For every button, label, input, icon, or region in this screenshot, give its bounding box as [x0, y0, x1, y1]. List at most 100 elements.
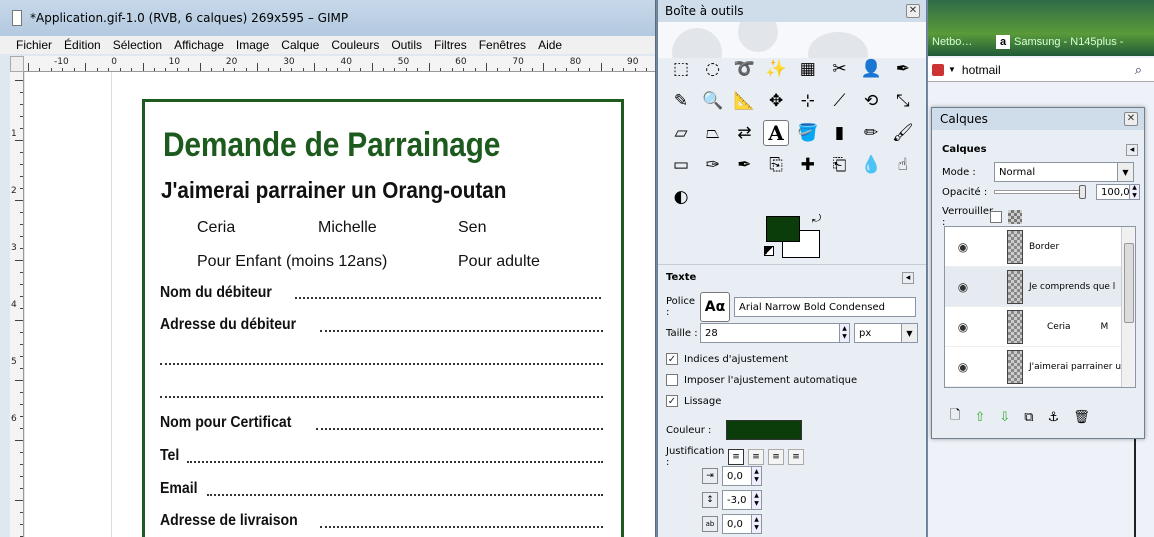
- wilber-drop-area[interactable]: [658, 22, 926, 58]
- eye-icon[interactable]: ◉: [953, 240, 973, 254]
- font-input[interactable]: Arial Narrow Bold Condensed: [734, 297, 916, 317]
- letter-spacing-input[interactable]: 0,0: [722, 514, 752, 534]
- crop-icon[interactable]: ⟋: [826, 88, 852, 114]
- align-icon[interactable]: ⊹: [795, 88, 821, 114]
- justify-center-icon[interactable]: ≡: [768, 449, 784, 465]
- opacity-slider-handle[interactable]: [1079, 185, 1086, 199]
- rect-select-icon[interactable]: ⬚: [668, 56, 694, 82]
- paths-icon[interactable]: ✒: [890, 56, 916, 82]
- eye-icon[interactable]: ◉: [953, 320, 973, 334]
- move-icon[interactable]: ✥: [763, 88, 789, 114]
- free-select-icon[interactable]: ➰: [731, 56, 757, 82]
- horizontal-ruler[interactable]: -10 0 10 20 30 40 50 60 70 80 90: [24, 56, 655, 72]
- heal-icon[interactable]: ✚: [795, 152, 821, 178]
- pencil-icon[interactable]: ✏: [858, 120, 884, 146]
- letter-spacing-spinner[interactable]: ▲ ▼: [752, 514, 762, 534]
- size-input[interactable]: 28: [700, 323, 840, 343]
- menu-selection[interactable]: Sélection: [107, 36, 168, 54]
- raise-layer-icon[interactable]: ⇧: [974, 410, 985, 425]
- close-icon[interactable]: ✕: [906, 4, 920, 18]
- blur-icon[interactable]: 💧: [858, 152, 884, 178]
- line-spacing-input[interactable]: -3,0: [722, 490, 752, 510]
- opacity-spinner[interactable]: ▲ ▼: [1130, 184, 1140, 200]
- menu-image[interactable]: Image: [230, 36, 275, 54]
- unit-select[interactable]: px: [854, 323, 902, 343]
- opacity-slider[interactable]: [994, 185, 1086, 199]
- antialias-checkbox[interactable]: ✓: [666, 395, 678, 407]
- blend-icon[interactable]: ▮: [826, 120, 852, 146]
- color-picker-icon[interactable]: ✎: [668, 88, 694, 114]
- layers-menu-icon[interactable]: ◂: [1126, 143, 1138, 156]
- new-layer-icon[interactable]: 🗋: [950, 406, 960, 428]
- search-icon[interactable]: ⌕: [1135, 62, 1142, 78]
- justify-fill-icon[interactable]: ≡: [788, 449, 804, 465]
- font-preview-button[interactable]: Aα: [700, 292, 730, 322]
- lower-layer-icon[interactable]: ⇩: [999, 410, 1010, 425]
- indent-input[interactable]: 0,0: [722, 466, 752, 486]
- layer-row[interactable]: ◉ Je comprends que l: [945, 267, 1121, 307]
- fuzzy-select-icon[interactable]: ✨: [763, 56, 789, 82]
- ink-icon[interactable]: ✒: [731, 152, 757, 178]
- text-color-button[interactable]: [726, 420, 802, 440]
- layers-scrollbar[interactable]: [1121, 227, 1135, 387]
- eraser-icon[interactable]: ▭: [668, 152, 694, 178]
- menu-aide[interactable]: Aide: [532, 36, 568, 54]
- menu-fichier[interactable]: Fichier: [10, 36, 58, 54]
- menu-edition[interactable]: Édition: [58, 36, 107, 54]
- shear-icon[interactable]: ▱: [668, 120, 694, 146]
- swap-colors-icon[interactable]: ⤾: [812, 212, 821, 226]
- browser-tab-netbook[interactable]: Netbo…: [928, 32, 972, 52]
- layer-row[interactable]: ◉ Border: [945, 227, 1121, 267]
- image-window-titlebar[interactable]: *Application.gif-1.0 (RVB, 6 calques) 26…: [0, 0, 655, 36]
- delete-layer-icon[interactable]: 🗑: [1073, 410, 1090, 425]
- foreground-select-icon[interactable]: 👤: [858, 56, 884, 82]
- lock-alpha-icon[interactable]: [1008, 210, 1022, 224]
- opacity-input[interactable]: 100,0: [1096, 184, 1130, 200]
- size-spinner[interactable]: ▲ ▼: [840, 323, 850, 343]
- menu-fenetres[interactable]: Fenêtres: [473, 36, 532, 54]
- rotate-icon[interactable]: ⟲: [858, 88, 884, 114]
- toolbox-titlebar[interactable]: Boîte à outils ✕: [658, 0, 926, 22]
- line-spacing-spinner[interactable]: ▲ ▼: [752, 490, 762, 510]
- options-menu-icon[interactable]: ◂: [902, 271, 914, 284]
- scale-icon[interactable]: ⤡: [890, 88, 916, 114]
- chevron-down-icon[interactable]: ▼: [948, 65, 956, 74]
- ellipse-select-icon[interactable]: ◌: [700, 56, 726, 82]
- justify-left-icon[interactable]: ≡: [728, 449, 744, 465]
- menu-filtres[interactable]: Filtres: [428, 36, 473, 54]
- ruler-corner-button[interactable]: [10, 56, 24, 72]
- airbrush-icon[interactable]: ✑: [700, 152, 726, 178]
- layer-row[interactable]: ◉ J'aimerai parrainer u: [945, 347, 1121, 387]
- eye-icon[interactable]: ◉: [953, 280, 973, 294]
- duplicate-layer-icon[interactable]: ⧉: [1024, 410, 1033, 425]
- text-icon[interactable]: A: [763, 120, 790, 146]
- vertical-ruler[interactable]: 1 2 3 4 5 6: [10, 72, 24, 537]
- search-engine-icon[interactable]: [932, 63, 944, 76]
- hinting-checkbox[interactable]: ✓: [666, 353, 678, 365]
- layers-titlebar[interactable]: Calques ✕: [932, 108, 1144, 130]
- chevron-down-icon[interactable]: ▼: [1118, 162, 1134, 182]
- perspective-clone-icon[interactable]: ⎗: [826, 152, 852, 178]
- paintbrush-icon[interactable]: 🖌: [890, 120, 916, 146]
- close-icon[interactable]: ✕: [1124, 112, 1138, 126]
- browser-search-bar[interactable]: ▼ hotmail ⌕: [928, 58, 1154, 82]
- menu-affichage[interactable]: Affichage: [168, 36, 230, 54]
- zoom-icon[interactable]: 🔍: [700, 88, 726, 114]
- lock-pixels-checkbox[interactable]: [990, 211, 1002, 223]
- search-input[interactable]: hotmail: [962, 63, 1001, 77]
- anchor-layer-icon[interactable]: ⚓: [1048, 410, 1060, 425]
- chevron-down-icon[interactable]: ▼: [902, 323, 918, 343]
- menu-couleurs[interactable]: Couleurs: [325, 36, 385, 54]
- flip-icon[interactable]: ⇄: [731, 120, 757, 146]
- bucket-fill-icon[interactable]: 🪣: [795, 120, 821, 146]
- indent-spinner[interactable]: ▲ ▼: [752, 466, 762, 486]
- clone-icon[interactable]: ⎘: [763, 152, 789, 178]
- browser-tab-samsung[interactable]: a Samsung - N145plus -: [992, 32, 1154, 52]
- color-select-icon[interactable]: ▦: [795, 56, 821, 82]
- menu-outils[interactable]: Outils: [385, 36, 428, 54]
- menu-calque[interactable]: Calque: [275, 36, 325, 54]
- force-autohint-checkbox[interactable]: [666, 374, 678, 386]
- eye-icon[interactable]: ◉: [953, 360, 973, 374]
- foreground-color[interactable]: [766, 216, 800, 242]
- scrollbar-thumb[interactable]: [1124, 243, 1134, 323]
